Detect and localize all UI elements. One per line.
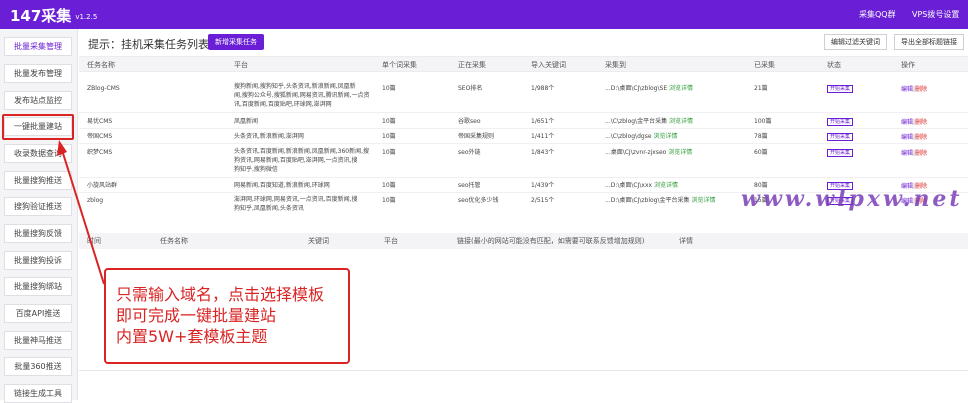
- callout-box: 只需输入域名，点击选择模板 即可完成一键批量建站 内置5W+套模板主题: [104, 268, 350, 364]
- callout-line: 内置5W+套模板主题: [116, 327, 268, 346]
- callout-line: 只需输入域名，点击选择模板: [116, 285, 325, 304]
- callout-line: 即可完成一键批量建站: [116, 306, 277, 325]
